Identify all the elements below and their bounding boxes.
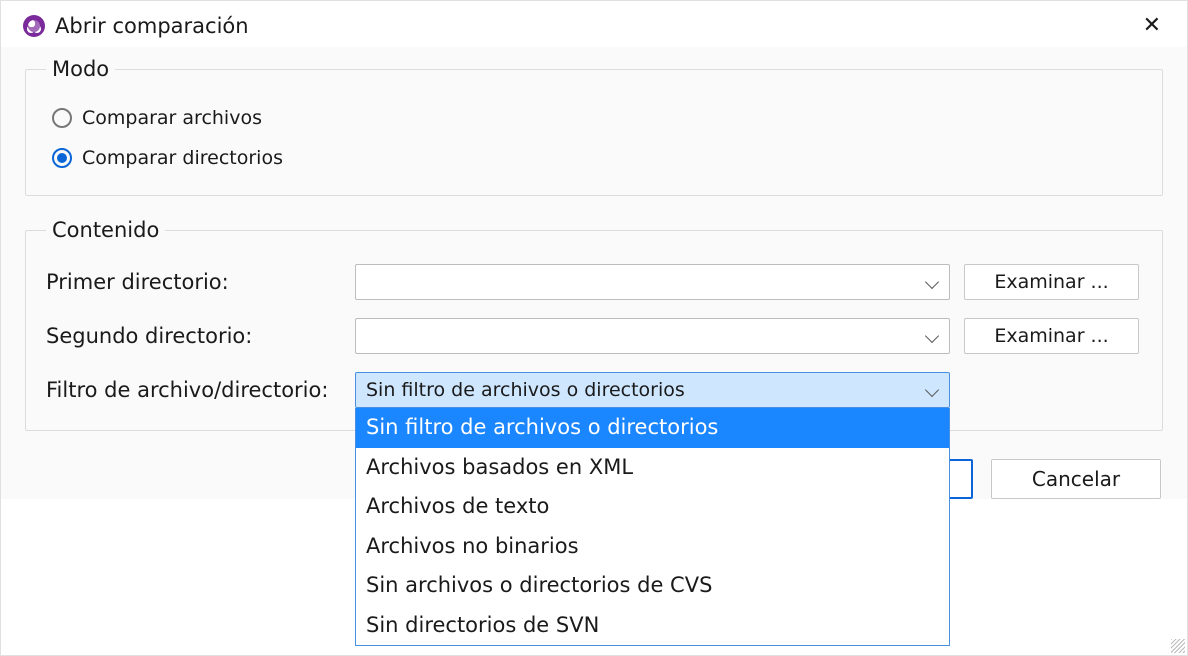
mode-legend: Modo [46,57,115,81]
second-dir-input[interactable] [355,318,950,354]
content-legend: Contenido [46,218,165,242]
content-fieldset: Contenido Primer directorio: Examinar ..… [25,218,1163,431]
dialog-body: Modo Comparar archivos Comparar director… [1,47,1187,499]
filter-option[interactable]: Sin archivos o directorios de CVS [356,566,949,606]
first-dir-input[interactable] [355,264,950,300]
radio-compare-directories[interactable]: Comparar directorios [52,147,1142,169]
browse-second-button[interactable]: Examinar ... [964,318,1139,354]
filter-option[interactable]: Sin filtro de archivos o directorios [356,408,949,448]
filter-dropdown: Sin filtro de archivos o directorios Arc… [355,408,950,646]
filter-option[interactable]: Archivos basados en XML [356,448,949,488]
radio-icon [52,108,72,128]
filter-label: Filtro de archivo/directorio: [46,378,341,402]
filter-option[interactable]: Archivos de texto [356,487,949,527]
filter-option[interactable]: Archivos no binarios [356,527,949,567]
radio-compare-files[interactable]: Comparar archivos [52,107,1142,129]
chevron-down-icon [925,383,939,397]
app-icon [23,15,45,37]
filter-combo[interactable]: Sin filtro de archivos o directorios [355,372,950,408]
chevron-down-icon [925,329,939,343]
titlebar: Abrir comparación ✕ [1,1,1187,47]
browse-label: Examinar ... [994,271,1108,293]
mode-fieldset: Modo Comparar archivos Comparar director… [25,57,1163,196]
filter-wrap: Sin filtro de archivos o directorios Sin… [355,372,950,408]
content-grid: Primer directorio: Examinar ... Segundo … [46,264,1142,408]
radio-label: Comparar archivos [82,107,262,129]
chevron-down-icon [925,275,939,289]
open-comparison-dialog: Abrir comparación ✕ Modo Comparar archiv… [0,0,1188,656]
dialog-title: Abrir comparación [55,14,249,38]
radio-icon-selected [52,148,72,168]
filter-selected-text: Sin filtro de archivos o directorios [366,379,685,401]
filter-option[interactable]: Sin directorios de SVN [356,606,949,646]
radio-label: Comparar directorios [82,147,283,169]
close-icon[interactable]: ✕ [1133,11,1171,41]
titlebar-left: Abrir comparación [23,14,249,38]
resize-grip-icon[interactable] [1171,639,1185,653]
cancel-button[interactable]: Cancelar [991,459,1161,499]
cancel-label: Cancelar [1032,467,1120,491]
second-dir-label: Segundo directorio: [46,324,341,348]
browse-label: Examinar ... [994,325,1108,347]
first-dir-label: Primer directorio: [46,270,341,294]
browse-first-button[interactable]: Examinar ... [964,264,1139,300]
